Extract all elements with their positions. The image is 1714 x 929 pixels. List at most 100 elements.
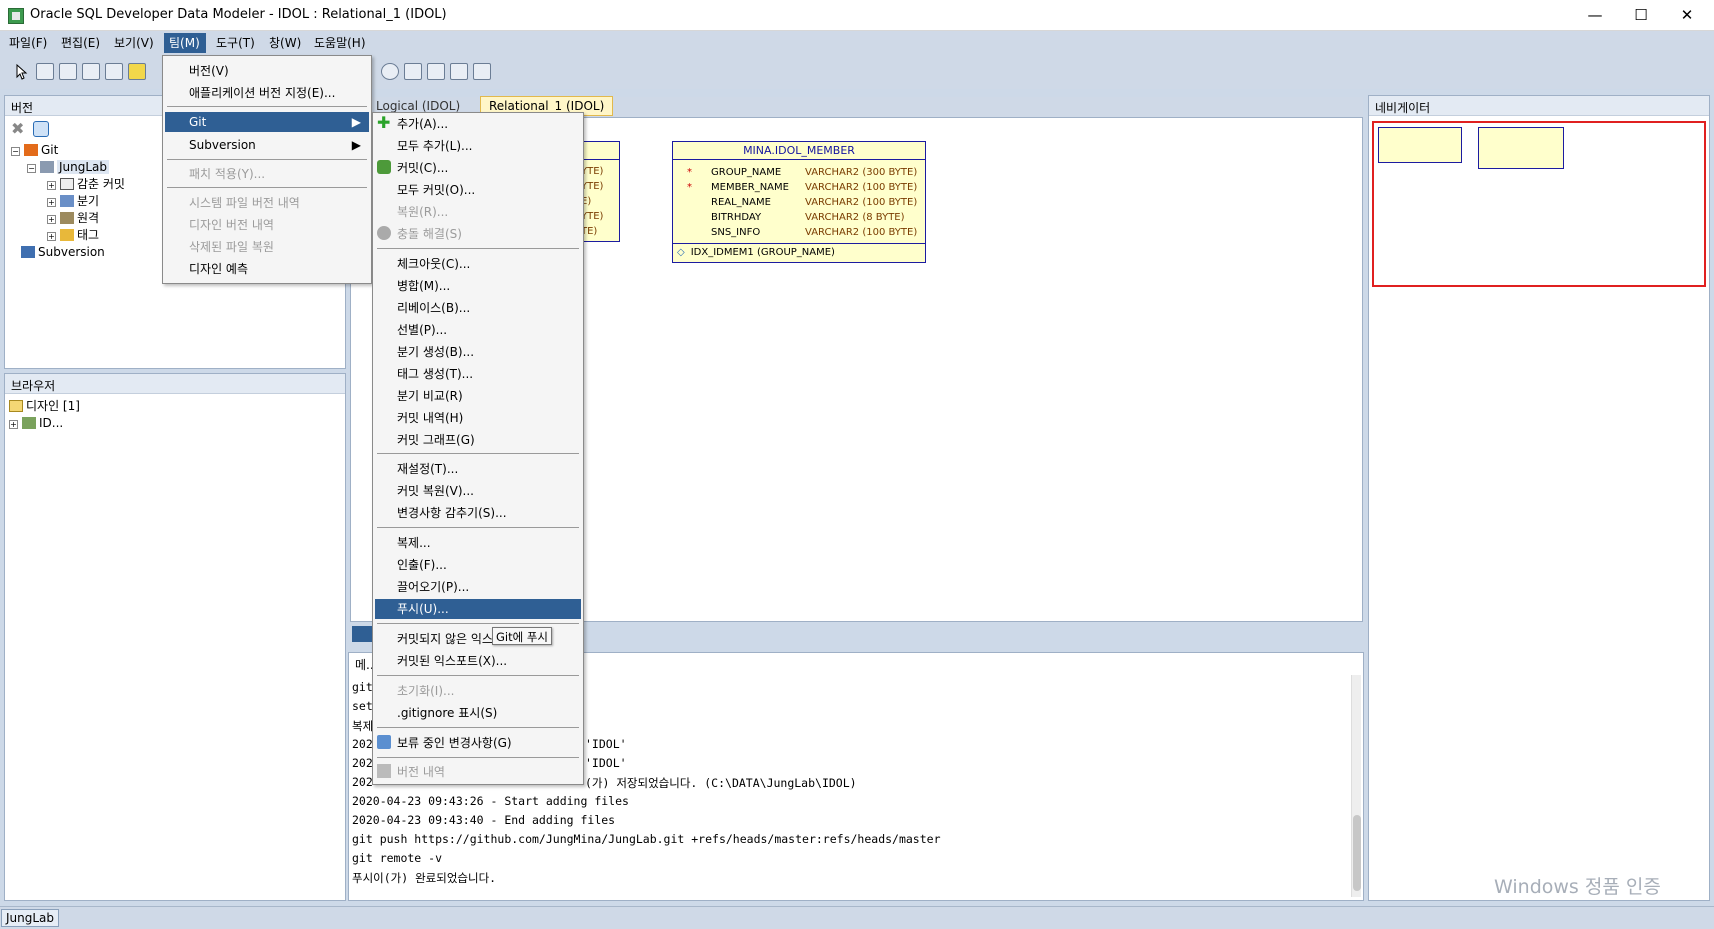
menu-item-show-gitignore[interactable]: .gitignore 표시(S) — [397, 703, 497, 723]
push-tooltip: Git에 푸시 — [492, 627, 553, 645]
remote-icon — [60, 212, 74, 224]
table-row: * MEMBER_NAME VARCHAR2 (100 BYTE) — [687, 182, 918, 193]
find-icon[interactable] — [450, 63, 468, 80]
team-menu: 버전(V) 애플리케이션 버전 지정(E)... Git ▶ Subversion… — [162, 55, 372, 284]
new-table-icon[interactable] — [36, 63, 54, 80]
properties-icon[interactable] — [473, 63, 491, 80]
menu-item-commit-graph[interactable]: 커밋 그래프(G) — [397, 430, 475, 450]
menu-item-checkout[interactable]: 체크아웃(C)... — [397, 254, 470, 274]
git-submenu: ✚ 추가(A)... 모두 추가(L)... 커밋(C)... 모두 커밋(O)… — [372, 112, 584, 785]
table-name: MINA.IDOL_MEMBER — [673, 142, 925, 160]
index-icon: ◇ — [677, 247, 685, 258]
log-line: git push https://github.com/JungMina/Jun… — [352, 832, 941, 846]
menu-item-add-all[interactable]: 모두 추가(L)... — [397, 136, 472, 156]
table-index: ◇ IDX_IDMEM1 (GROUP_NAME) — [677, 247, 835, 258]
folder-icon — [9, 400, 23, 412]
log-line: 2020-04-23 09:43:40 - End adding files — [352, 813, 616, 827]
menu-item-export-committed[interactable]: 커밋된 익스포트(X)... — [397, 651, 507, 671]
menu-item-version-history[interactable]: 버전 내역 — [397, 762, 445, 782]
window-title: Oracle SQL Developer Data Modeler - IDOL… — [30, 7, 447, 22]
repository-icon — [40, 161, 54, 173]
menu-window[interactable]: 창(W) — [264, 33, 306, 53]
menu-item-clone[interactable]: 복제... — [397, 533, 431, 553]
browser-panel: 브라우저 디자인 [1] + ID... — [4, 373, 346, 901]
menu-help[interactable]: 도움말(H) — [309, 33, 371, 53]
close-button[interactable]: ✕ — [1664, 0, 1710, 31]
menu-item-fetch[interactable]: 인출(F)... — [397, 555, 447, 575]
zoom-out-icon[interactable] — [381, 63, 399, 80]
diagram-page-tab[interactable] — [352, 626, 374, 642]
menu-item-pull[interactable]: 끌어오기(P)... — [397, 577, 469, 597]
navigator-panel: 네비게이터 — [1368, 95, 1710, 901]
tree-item-idol[interactable]: + ID... — [9, 415, 309, 432]
menu-item-apply-patch[interactable]: 패치 적용(Y)... — [189, 164, 265, 184]
menu-item-add[interactable]: 추가(A)... — [397, 114, 448, 134]
activation-watermark: Windows 정품 인증 — [1494, 876, 1661, 898]
maximize-button[interactable]: ☐ — [1618, 0, 1664, 31]
new-fk-icon[interactable] — [128, 63, 146, 80]
menu-item-version[interactable]: 버전(V) — [189, 61, 229, 81]
status-bar: JungLab — [0, 906, 1714, 929]
submenu-arrow-icon: ▶ — [351, 115, 361, 129]
select-icon[interactable] — [12, 63, 30, 80]
menu-item-stash[interactable]: 변경사항 감추기(S)... — [397, 503, 507, 523]
minimize-button[interactable]: — — [1572, 0, 1618, 31]
merge-table-icon[interactable] — [105, 63, 123, 80]
git-icon — [24, 144, 38, 156]
fit-screen-icon[interactable] — [404, 63, 422, 80]
menu-edit[interactable]: 편집(E) — [56, 33, 105, 53]
log-line: git remote -v — [352, 851, 443, 865]
tag-icon — [60, 229, 74, 241]
log-line: 푸시이(가) 완료되었습니다. — [352, 871, 497, 885]
menu-team[interactable]: 팀(M) — [164, 33, 206, 53]
menu-item-cherry-pick[interactable]: 선별(P)... — [397, 320, 447, 340]
menu-item-design-history[interactable]: 디자인 버전 내역 — [189, 215, 274, 235]
menu-item-rebase[interactable]: 리베이스(B)... — [397, 298, 470, 318]
layout-icon[interactable] — [427, 63, 445, 80]
menu-item-pending-changes[interactable]: 보류 중인 변경사항(G) — [397, 733, 512, 753]
menu-item-commit-history[interactable]: 커밋 내역(H) — [397, 408, 463, 428]
messages-scrollbar[interactable] — [1351, 675, 1361, 897]
menu-item-revert-commit[interactable]: 커밋 복원(V)... — [397, 481, 474, 501]
menu-item-subversion[interactable]: Subversion ▶ — [165, 135, 369, 155]
log-line: (가) 저장되었습니다. (C:\DATA\JungLab\IDOL) — [585, 776, 857, 790]
menu-item-system-file-history[interactable]: 시스템 파일 버전 내역 — [189, 193, 300, 213]
tree-item-design[interactable]: 디자인 [1] — [9, 398, 309, 415]
navigator-viewport[interactable] — [1372, 121, 1706, 287]
minimap-table — [1378, 127, 1462, 163]
refresh-icon[interactable] — [33, 121, 49, 137]
menu-view[interactable]: 보기(V) — [109, 33, 159, 53]
add-icon: ✚ — [377, 113, 391, 132]
split-table-icon[interactable] — [82, 63, 100, 80]
table-row: * GROUP_NAME VARCHAR2 (300 BYTE) — [687, 167, 918, 178]
log-line: 'IDOL' — [585, 737, 627, 751]
menu-item-commit[interactable]: 커밋(C)... — [397, 158, 448, 178]
new-view-icon[interactable] — [59, 63, 77, 80]
app-icon — [8, 8, 24, 24]
menu-item-app-version[interactable]: 애플리케이션 버전 지정(E)... — [189, 83, 335, 103]
menu-item-git[interactable]: Git ▶ — [165, 112, 369, 132]
menu-item-design-forecast[interactable]: 디자인 예측 — [189, 259, 248, 279]
submenu-arrow-icon: ▶ — [351, 138, 361, 152]
pending-changes-icon — [377, 735, 391, 749]
version-history-icon — [377, 764, 391, 778]
delete-icon[interactable]: ✖ — [11, 121, 27, 137]
minimap-table — [1478, 127, 1564, 169]
menu-item-restore-deleted[interactable]: 삭제된 파일 복원 — [189, 237, 274, 257]
stash-icon — [60, 178, 74, 190]
menu-tools[interactable]: 도구(T) — [211, 33, 260, 53]
menu-item-revert[interactable]: 복원(R)... — [397, 202, 448, 222]
status-text: JungLab — [1, 909, 60, 927]
menu-item-merge[interactable]: 병합(M)... — [397, 276, 450, 296]
menu-file[interactable]: 파일(F) — [4, 33, 52, 53]
table-idol-member[interactable]: MINA.IDOL_MEMBER * GROUP_NAME VARCHAR2 (30… — [672, 141, 926, 263]
navigator-panel-title: 네비게이터 — [1369, 96, 1709, 116]
menu-item-commit-all[interactable]: 모두 커밋(O)... — [397, 180, 475, 200]
menu-item-resolve-conflict[interactable]: 충돌 해결(S) — [397, 224, 462, 244]
menu-item-initialize[interactable]: 초기화(I)... — [397, 681, 454, 701]
menu-item-create-tag[interactable]: 태그 생성(T)... — [397, 364, 473, 384]
menu-item-create-branch[interactable]: 분기 생성(B)... — [397, 342, 474, 362]
menu-item-reset[interactable]: 재설정(T)... — [397, 459, 458, 479]
menu-item-compare-branch[interactable]: 분기 비교(R) — [397, 386, 463, 406]
menu-item-push[interactable]: 푸시(U)... — [375, 599, 581, 619]
